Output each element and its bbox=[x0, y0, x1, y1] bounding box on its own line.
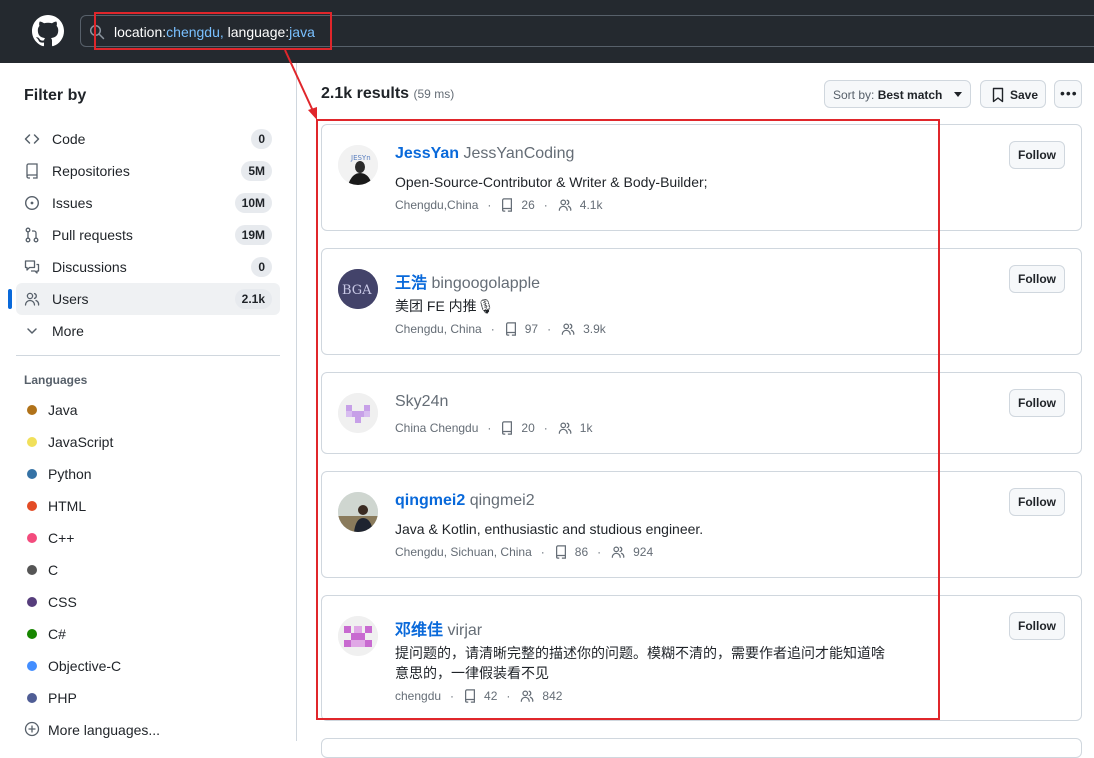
follow-button[interactable]: Follow bbox=[1009, 265, 1065, 293]
language-item-php[interactable]: PHP bbox=[24, 688, 274, 708]
filter-item-count: 5M bbox=[241, 161, 272, 181]
github-logo-icon[interactable] bbox=[32, 15, 64, 47]
language-item-css[interactable]: CSS bbox=[24, 592, 274, 612]
code-icon bbox=[24, 134, 40, 144]
kebab-horizontal-icon: ••• bbox=[1060, 85, 1078, 101]
language-color-dot bbox=[27, 533, 37, 543]
sort-value: Best match bbox=[877, 88, 943, 102]
user-result-card-partial bbox=[321, 738, 1082, 758]
annotation-search-highlight bbox=[94, 12, 332, 50]
language-item-c[interactable]: C bbox=[24, 560, 274, 580]
language-name: C# bbox=[48, 626, 66, 642]
pull-request-icon bbox=[25, 227, 39, 243]
filter-title: Filter by bbox=[24, 87, 87, 104]
language-name: Objective-C bbox=[48, 658, 122, 674]
language-name: C++ bbox=[48, 530, 75, 546]
sort-label: Sort by: bbox=[833, 88, 875, 102]
language-name: CSS bbox=[48, 594, 77, 610]
filter-sidebar: Filter by Code 0 Repositories 5M Issues … bbox=[0, 63, 297, 741]
filter-item-label: Users bbox=[52, 291, 89, 307]
language-item-java[interactable]: Java bbox=[24, 400, 274, 420]
language-color-dot bbox=[27, 469, 37, 479]
filter-item-label: Code bbox=[52, 131, 86, 147]
more-options-button[interactable]: ••• bbox=[1054, 80, 1082, 108]
annotation-results-highlight bbox=[316, 119, 940, 720]
bookmark-icon bbox=[992, 87, 1004, 103]
filter-item-count: 2.1k bbox=[234, 289, 272, 309]
filter-item-repositories[interactable]: Repositories 5M bbox=[16, 155, 280, 187]
language-name: PHP bbox=[48, 690, 77, 706]
plus-circle-icon bbox=[24, 721, 40, 737]
repo-icon bbox=[26, 163, 38, 179]
filter-item-issues[interactable]: Issues 10M bbox=[16, 187, 280, 219]
people-icon bbox=[24, 292, 40, 306]
follow-button[interactable]: Follow bbox=[1009, 141, 1065, 169]
results-header: 2.1k results (59 ms) bbox=[321, 85, 454, 103]
filter-item-discussions[interactable]: Discussions 0 bbox=[16, 251, 280, 283]
filter-item-label: More bbox=[52, 323, 84, 339]
language-item-html[interactable]: HTML bbox=[24, 496, 274, 516]
filter-item-count: 0 bbox=[251, 257, 272, 277]
follow-button[interactable]: Follow bbox=[1009, 389, 1065, 417]
filter-item-label: Repositories bbox=[52, 163, 130, 179]
language-color-dot bbox=[27, 405, 37, 415]
language-item-objective-c[interactable]: Objective-C bbox=[24, 656, 274, 676]
issue-icon bbox=[24, 195, 40, 211]
language-color-dot bbox=[27, 501, 37, 511]
language-color-dot bbox=[27, 693, 37, 703]
language-name: HTML bbox=[48, 498, 87, 514]
sidebar-divider bbox=[16, 355, 280, 356]
results-time: (59 ms) bbox=[413, 87, 455, 101]
language-color-dot bbox=[27, 661, 37, 671]
follow-button[interactable]: Follow bbox=[1009, 612, 1065, 640]
filter-item-pull-requests[interactable]: Pull requests 19M bbox=[16, 219, 280, 251]
language-name: JavaScript bbox=[48, 434, 114, 450]
filter-item-more[interactable]: More bbox=[16, 315, 280, 347]
filter-item-count: 19M bbox=[234, 225, 272, 245]
save-search-button[interactable]: Save bbox=[980, 80, 1046, 108]
chevron-down-icon bbox=[27, 328, 37, 334]
language-color-dot bbox=[27, 565, 37, 575]
language-item-csharp[interactable]: C# bbox=[24, 624, 274, 644]
language-item-python[interactable]: Python bbox=[24, 464, 274, 484]
filter-item-count: 10M bbox=[234, 193, 272, 213]
sort-dropdown-button[interactable]: Sort by: Best match bbox=[824, 80, 971, 108]
caret-down-icon bbox=[954, 92, 962, 97]
languages-title: Languages bbox=[24, 373, 88, 387]
follow-button[interactable]: Follow bbox=[1009, 488, 1065, 516]
results-count: 2.1k results bbox=[321, 85, 410, 102]
language-item-cpp[interactable]: C++ bbox=[24, 528, 274, 548]
language-name: C bbox=[48, 562, 59, 578]
more-languages-label: More languages... bbox=[48, 722, 161, 738]
language-color-dot bbox=[27, 597, 37, 607]
language-color-dot bbox=[27, 629, 37, 639]
filter-item-label: Discussions bbox=[52, 259, 127, 275]
more-languages-link[interactable]: More languages... bbox=[24, 720, 224, 740]
language-name: Java bbox=[48, 402, 78, 418]
filter-item-label: Pull requests bbox=[52, 227, 133, 243]
filter-item-users[interactable]: Users 2.1k bbox=[8, 283, 280, 315]
filter-item-count: 0 bbox=[251, 129, 272, 149]
language-item-javascript[interactable]: JavaScript bbox=[24, 432, 274, 452]
discussion-icon bbox=[24, 260, 40, 274]
language-name: Python bbox=[48, 466, 92, 482]
language-color-dot bbox=[27, 437, 37, 447]
save-label: Save bbox=[1010, 88, 1039, 102]
filter-item-code[interactable]: Code 0 bbox=[16, 123, 280, 155]
filter-item-label: Issues bbox=[52, 195, 93, 211]
